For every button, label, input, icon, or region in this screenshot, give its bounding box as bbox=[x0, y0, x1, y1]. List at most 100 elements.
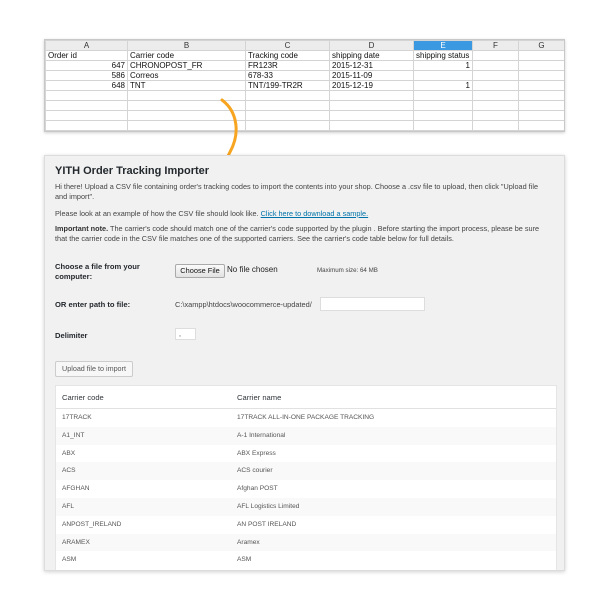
carrier-code: 17TRACK bbox=[62, 414, 92, 421]
sheet-cell[interactable] bbox=[518, 120, 564, 131]
sheet-cell[interactable] bbox=[413, 90, 473, 101]
sheet-cell[interactable] bbox=[45, 110, 128, 121]
sheet-cell[interactable] bbox=[45, 100, 128, 111]
sheet-row: 647 CHRONOPOST_FR FR123R 2015-12-31 1 bbox=[45, 60, 564, 71]
carrier-name: ASM bbox=[237, 556, 252, 564]
sheet-cell[interactable] bbox=[472, 120, 519, 131]
sheet-cell[interactable]: Carrier code bbox=[127, 50, 246, 61]
column-header[interactable]: D bbox=[329, 40, 414, 51]
sheet-cell[interactable]: shipping status bbox=[413, 50, 473, 61]
sheet-cell[interactable]: 1 bbox=[413, 80, 473, 91]
path-input[interactable] bbox=[320, 297, 425, 311]
sheet-cell[interactable]: Tracking code bbox=[245, 50, 330, 61]
sheet-cell[interactable] bbox=[329, 90, 414, 101]
sheet-cell[interactable]: TNT bbox=[127, 80, 246, 91]
carrier-table: Carrier code Carrier name 17TRACK 17TRACK… bbox=[55, 385, 557, 570]
upload-button[interactable]: Upload file to import bbox=[55, 361, 133, 377]
sheet-cell[interactable] bbox=[518, 50, 564, 61]
sheet-cell[interactable] bbox=[472, 110, 519, 121]
carrier-name: Aramex bbox=[237, 538, 260, 546]
column-header[interactable]: C bbox=[245, 40, 330, 51]
sheet-cell[interactable] bbox=[413, 100, 473, 111]
sheet-cell[interactable] bbox=[245, 90, 330, 101]
carrier-code: ACS bbox=[62, 467, 76, 475]
sheet-cell[interactable] bbox=[472, 80, 519, 91]
sheet-cell[interactable]: 2015-12-19 bbox=[329, 80, 414, 91]
sheet-cell[interactable] bbox=[329, 100, 414, 111]
choose-file-label: Choose a file from your computer: bbox=[55, 262, 140, 281]
sheet-cell[interactable]: Order id bbox=[45, 50, 128, 61]
column-header[interactable]: E bbox=[413, 40, 473, 51]
carrier-row: ANPOST_IRELAND AN POST IRELAND bbox=[56, 516, 556, 534]
sheet-cell[interactable] bbox=[472, 100, 519, 111]
carrier-code: AFL bbox=[62, 502, 75, 510]
sheet-cell[interactable]: Correos bbox=[127, 70, 246, 81]
sheet-cell[interactable] bbox=[472, 50, 519, 61]
sheet-cell[interactable] bbox=[329, 110, 414, 121]
sheet-cell[interactable] bbox=[413, 120, 473, 131]
sheet-cell[interactable]: 586 bbox=[45, 70, 128, 81]
sheet-cell[interactable] bbox=[245, 120, 330, 131]
carrier-row: AFGHAN Afghan POST bbox=[56, 480, 556, 498]
carrier-row: ABX ABX Express bbox=[56, 445, 556, 463]
sheet-cell[interactable] bbox=[472, 60, 519, 71]
sheet-cell[interactable] bbox=[518, 60, 564, 71]
sheet-cell[interactable] bbox=[518, 110, 564, 121]
sheet-cell[interactable] bbox=[518, 100, 564, 111]
sheet-cell[interactable]: 648 bbox=[45, 80, 128, 91]
sheet-cell[interactable] bbox=[329, 120, 414, 131]
sheet-cell[interactable] bbox=[518, 80, 564, 91]
column-header[interactable]: F bbox=[472, 40, 519, 51]
carrier-code: A1_INT bbox=[62, 431, 85, 439]
sheet-row bbox=[45, 110, 564, 121]
sheet-row bbox=[45, 120, 564, 131]
sheet-cell[interactable] bbox=[472, 90, 519, 101]
sheet-cell[interactable] bbox=[245, 110, 330, 121]
max-size-note: Maximum size: 64 MB bbox=[317, 267, 378, 274]
sheet-cell[interactable] bbox=[45, 90, 128, 101]
carrier-code: AFGHAN bbox=[62, 485, 90, 493]
carrier-name: ABX Express bbox=[237, 449, 276, 457]
sheet-cell[interactable]: TNT/199-TR2R bbox=[245, 80, 330, 91]
carrier-code: ABX bbox=[62, 449, 76, 457]
delimiter-label: Delimiter bbox=[55, 331, 88, 340]
sheet-cell[interactable] bbox=[245, 100, 330, 111]
spreadsheet-grid: ABCDEFG Order id Carrier code Tracking cod… bbox=[45, 40, 564, 131]
carrier-code: ARAMEX bbox=[62, 538, 90, 546]
carrier-name: A-1 International bbox=[237, 431, 286, 439]
no-file-status: No file chosen bbox=[227, 265, 278, 274]
sheet-cell[interactable]: 647 bbox=[45, 60, 128, 71]
column-header[interactable]: G bbox=[518, 40, 564, 51]
sheet-cell[interactable]: 678-33 bbox=[245, 70, 330, 81]
carrier-code: ASM bbox=[62, 556, 77, 564]
carrier-name: AFL Logistics Limited bbox=[237, 502, 300, 510]
column-header[interactable]: A bbox=[45, 40, 128, 51]
carrier-code-header: Carrier code bbox=[62, 393, 104, 402]
carrier-row: 17TRACK 17TRACK ALL-IN-ONE PACKAGE TRACKI… bbox=[56, 409, 556, 427]
carrier-row: ACS ACS courier bbox=[56, 462, 556, 481]
sheet-cell[interactable] bbox=[518, 70, 564, 81]
sheet-cell[interactable] bbox=[518, 90, 564, 101]
download-sample-link[interactable]: Click here to download a sample. bbox=[261, 209, 368, 218]
sheet-cell[interactable]: 2015-11-09 bbox=[329, 70, 414, 81]
sheet-cell[interactable] bbox=[413, 110, 473, 121]
sheet-cell[interactable] bbox=[45, 120, 128, 131]
sheet-cell[interactable]: FR123R bbox=[245, 60, 330, 71]
sheet-cell[interactable]: CHRONOPOST_FR bbox=[127, 60, 246, 71]
carrier-name: ACS courier bbox=[237, 467, 273, 475]
sheet-row: Order id Carrier code Tracking code shippin… bbox=[45, 50, 564, 61]
sheet-row bbox=[45, 100, 564, 111]
carrier-row: ASM ASM bbox=[56, 551, 556, 569]
carrier-row: AFL AFL Logistics Limited bbox=[56, 497, 556, 516]
sheet-cell[interactable]: shipping date bbox=[329, 50, 414, 61]
delimiter-input[interactable]: , bbox=[175, 328, 196, 340]
carrier-table-header: Carrier code Carrier name bbox=[56, 386, 556, 409]
sheet-cell[interactable]: 1 bbox=[413, 60, 473, 71]
sheet-cell[interactable] bbox=[413, 70, 473, 81]
carrier-name: 17TRACK ALL-IN-ONE PACKAGE TRACKING bbox=[237, 414, 375, 421]
sheet-cell[interactable] bbox=[472, 70, 519, 81]
choose-file-button[interactable]: Choose File bbox=[175, 264, 225, 278]
sheet-cell[interactable]: 2015-12-31 bbox=[329, 60, 414, 71]
note-label: Important note. bbox=[55, 224, 109, 233]
column-header[interactable]: B bbox=[127, 40, 246, 51]
